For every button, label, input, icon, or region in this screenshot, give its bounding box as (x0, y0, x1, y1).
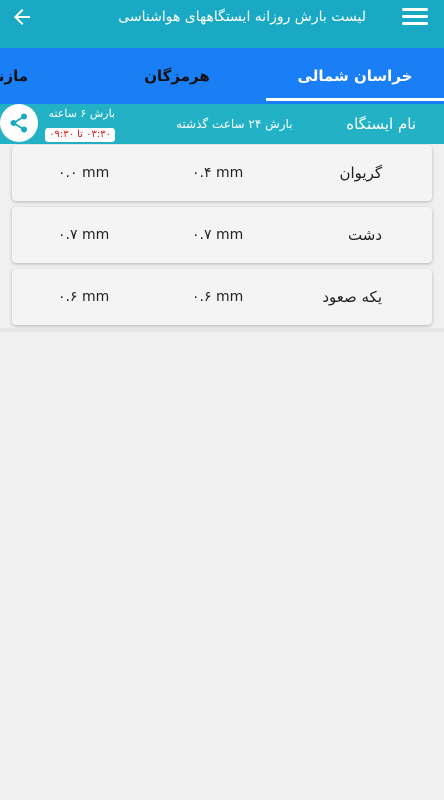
station-name: دشت (348, 226, 382, 244)
back-button[interactable] (10, 5, 34, 29)
rain-6h-value: ۰.۷ mm (58, 227, 110, 243)
column-rain-6h: بارش ۶ ساعته ۰۳:۳۰ تا ۰۹:۳۰ (43, 106, 115, 142)
tab-mazandaran[interactable]: مازند (0, 48, 28, 104)
time-range-badge: ۰۳:۳۰ تا ۰۹:۳۰ (45, 128, 115, 142)
station-row[interactable]: گریوان ۰.۴ mm ۰.۰ mm (12, 145, 432, 201)
rain-24h-value: ۰.۴ mm (192, 165, 244, 181)
station-row[interactable]: یکه صعود ۰.۶ mm ۰.۶ mm (12, 269, 432, 325)
rain-24h-value: ۰.۶ mm (192, 289, 244, 305)
app-screen: لیست بارش روزانه ایستگاههای هواشناسی خرا… (0, 0, 444, 800)
station-row[interactable]: دشت ۰.۷ mm ۰.۷ mm (12, 207, 432, 263)
station-name: گریوان (339, 164, 382, 182)
station-name: یکه صعود (322, 288, 382, 306)
arrow-left-icon (14, 9, 30, 25)
page-title: لیست بارش روزانه ایستگاههای هواشناسی (118, 9, 366, 25)
list-divider (0, 328, 444, 332)
menu-button[interactable] (402, 8, 428, 28)
province-tabs: خراسان شمالی هرمزگان مازند (0, 48, 444, 104)
column-rain-6h-label: بارش ۶ ساعته (48, 107, 115, 120)
tab-hormozgan[interactable]: هرمزگان (88, 48, 266, 104)
column-header: نام ایستگاه بارش ۲۴ ساعت گذشته بارش ۶ سا… (0, 104, 444, 144)
share-button[interactable] (0, 104, 38, 142)
app-bar: لیست بارش روزانه ایستگاههای هواشناسی (0, 0, 444, 48)
rain-6h-value: ۰.۰ mm (58, 165, 110, 181)
active-tab-indicator (266, 98, 444, 101)
tab-khorasan-shomali[interactable]: خراسان شمالی (266, 48, 444, 104)
rain-24h-value: ۰.۷ mm (192, 227, 244, 243)
menu-icon (402, 8, 428, 11)
share-icon (10, 113, 27, 133)
column-station-name: نام ایستگاه (346, 115, 416, 133)
column-rain-24h: بارش ۲۴ ساعت گذشته (176, 117, 293, 131)
rain-6h-value: ۰.۶ mm (58, 289, 110, 305)
